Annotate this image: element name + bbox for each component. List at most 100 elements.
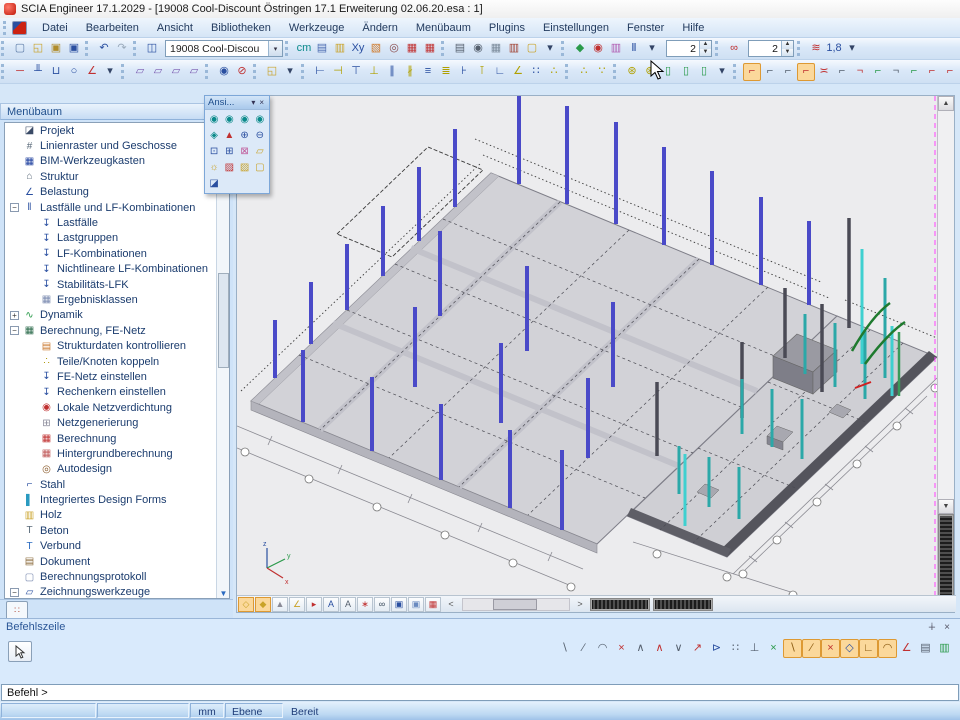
tree-item[interactable]: ⌐ Stahl [5, 477, 229, 492]
icon-catalog[interactable]: ▥ [331, 40, 349, 58]
icon-member-tool-11[interactable]: ∟ [491, 63, 509, 81]
tree-item[interactable]: ↧ LF-Kombinationen [5, 246, 229, 261]
selection-cursor-button[interactable] [8, 641, 32, 662]
icon-wall-tool-8[interactable]: ⌐ [869, 63, 887, 81]
icon-nodes-1[interactable]: ∴ [575, 63, 593, 81]
icon-member-tool-2[interactable]: ⊣ [329, 63, 347, 81]
tree-item[interactable]: # Linienraster und Geschosse [5, 138, 229, 153]
palette-icon-zoom-window[interactable]: ⊡ [207, 144, 221, 159]
status-cell-state[interactable]: Bereit [284, 703, 325, 718]
icon-snap-cursor[interactable]: ⊳ [707, 639, 726, 658]
icon-snap-intersection[interactable]: × [821, 639, 840, 658]
icon-report[interactable]: ▢ [523, 40, 541, 58]
minimized-window-bar-vertical[interactable] [938, 514, 954, 597]
icon-new-document[interactable]: ▢ [11, 40, 29, 58]
palette-header[interactable]: Ansi... ▾ × [205, 96, 269, 110]
palette-icon-view-perspective[interactable]: ◈ [207, 128, 221, 143]
icon-member-tool-9[interactable]: ⊦ [455, 63, 473, 81]
icon-member-tool-8[interactable]: ≣ [437, 63, 455, 81]
tree-item[interactable]: ▦ BIM-Werkzeugkasten [5, 154, 229, 169]
icon-layers[interactable]: ▤ [313, 40, 331, 58]
icon-snap-vertex-2[interactable]: ∧ [650, 639, 669, 658]
tree-item[interactable]: ▦ Hintergrundberechnung [5, 446, 229, 461]
spinner-down-icon[interactable]: ▼ [782, 49, 793, 57]
view-icon-show-loads[interactable]: ∠ [289, 597, 305, 612]
menu-item-plugins[interactable]: Plugins [480, 19, 534, 37]
icon-snap-endpoint[interactable]: ∖ [783, 639, 802, 658]
icon-member-tool-7[interactable]: ≡ [419, 63, 437, 81]
icon-member-tool-13[interactable]: ∷ [527, 63, 545, 81]
tree-item[interactable]: ∴ Teile/Knoten koppeln [5, 354, 229, 369]
icon-overflow[interactable]: ▾ [541, 40, 559, 58]
icon-open[interactable]: ◱ [29, 40, 47, 58]
menu-item-menuebaum[interactable]: Menübaum [407, 19, 480, 37]
icon-snap-line[interactable]: ∖ [555, 639, 574, 658]
scroll-up-button[interactable]: ▲ [938, 96, 954, 111]
icon-member-tool-4[interactable]: ⊥ [365, 63, 383, 81]
tree-item[interactable]: ↧ Nichtlineare LF-Kombinationen [5, 262, 229, 277]
icon-snap-line-2[interactable]: ∕ [574, 639, 593, 658]
project-dropdown[interactable]: 19008 Cool-Discou ▾ [165, 40, 283, 57]
icon-calc-table-2[interactable]: ▦ [421, 40, 439, 58]
icon-snap-arc[interactable]: ◠ [593, 639, 612, 658]
scroll-right-button[interactable]: > [573, 597, 587, 612]
icon-wall-tool-4[interactable]: ⌐ [797, 63, 815, 81]
tree-item[interactable]: ▤ Strukturdaten kontrollieren [5, 338, 229, 353]
tree-expander[interactable]: − [10, 326, 19, 335]
tree-item[interactable]: ⌂ Struktur [5, 169, 229, 184]
palette-menu-icon[interactable]: ▾ [249, 98, 257, 107]
tree-item[interactable]: − ‖ Lastfälle und LF-Kombinationen [5, 200, 229, 215]
icon-snap-table[interactable]: ▥ [935, 639, 954, 658]
icon-wall-tool-1[interactable]: ⌐ [743, 63, 761, 81]
tree-item[interactable]: ↧ FE-Netz einstellen [5, 369, 229, 384]
viewport-hscrollbar[interactable] [462, 598, 570, 611]
icon-overflow[interactable]: ▾ [643, 40, 661, 58]
palette-icon-zoom-selection[interactable]: ⊠ [238, 144, 252, 159]
icon-wall-tool-2[interactable]: ⌐ [761, 63, 779, 81]
tree-item[interactable]: ▥ Holz [5, 508, 229, 523]
tree-expander[interactable]: − [10, 203, 19, 212]
menu-item-datei[interactable]: Datei [33, 19, 77, 37]
icon-overflow[interactable]: ▾ [281, 63, 299, 81]
icon-member-tool-1[interactable]: ⊢ [311, 63, 329, 81]
icon-circle[interactable]: ○ [65, 63, 83, 81]
icon-snap-grid[interactable]: ∷ [726, 639, 745, 658]
menu-item-werkzeuge[interactable]: Werkzeuge [280, 19, 353, 37]
icon-undo[interactable]: ↶ [95, 40, 113, 58]
view-icon-window-2[interactable]: ▣ [408, 597, 424, 612]
palette-icon-view-x[interactable]: ◉ [207, 112, 221, 127]
tree-scroll-down-icon[interactable]: ▼ [218, 588, 229, 599]
icon-wall-tool-5[interactable]: ≍ [815, 63, 833, 81]
pin-icon[interactable]: ∔ [924, 622, 940, 633]
tree-item[interactable]: ◪ Projekt [5, 123, 229, 138]
scroll-down-button[interactable]: ▼ [938, 499, 954, 514]
palette-icon-clip-box[interactable]: ▢ [253, 160, 267, 175]
icon-member-tool-14[interactable]: ∴ [545, 63, 563, 81]
tree-item[interactable]: ∠ Belastung [5, 185, 229, 200]
tree-item[interactable]: − ▱ Zeichnungswerkzeuge [5, 585, 229, 599]
icon-wall-tool-3[interactable]: ⌐ [779, 63, 797, 81]
tree-item[interactable]: ↧ Lastfälle [5, 215, 229, 230]
status-cell-coords[interactable] [1, 703, 96, 718]
scia-menu-icon[interactable] [12, 21, 27, 35]
status-cell-info[interactable] [97, 703, 189, 718]
menu-item-fenster[interactable]: Fenster [618, 19, 673, 37]
icon-angle[interactable]: ∠ [83, 63, 101, 81]
icon-wall-tool-10[interactable]: ⌐ [905, 63, 923, 81]
icon-wind-generator[interactable]: ≋ [807, 40, 825, 58]
icon-paste-2[interactable]: ▯ [677, 63, 695, 81]
panel-tab-tree[interactable]: ∷ [6, 601, 28, 618]
tree-scrollbar[interactable]: ▼ [216, 123, 229, 599]
palette-icon-view-params[interactable]: ◪ [207, 176, 221, 191]
view-icon-search[interactable]: ∞ [374, 597, 390, 612]
tree-item[interactable]: ▦ Berechnung [5, 431, 229, 446]
icon-copy-1[interactable]: ▱ [131, 63, 149, 81]
scroll-left-button[interactable]: < [444, 597, 458, 612]
palette-icon-light[interactable]: ☼ [207, 160, 221, 175]
tree-item[interactable]: ⊞ Netzgenerierung [5, 415, 229, 430]
icon-paste-1[interactable]: ▯ [659, 63, 677, 81]
icon-gallery[interactable]: ▥ [505, 40, 523, 58]
icon-doc-zoom[interactable]: ◉ [589, 40, 607, 58]
icon-folder[interactable]: ◱ [263, 63, 281, 81]
tree-item[interactable]: ◉ Lokale Netzverdichtung [5, 400, 229, 415]
